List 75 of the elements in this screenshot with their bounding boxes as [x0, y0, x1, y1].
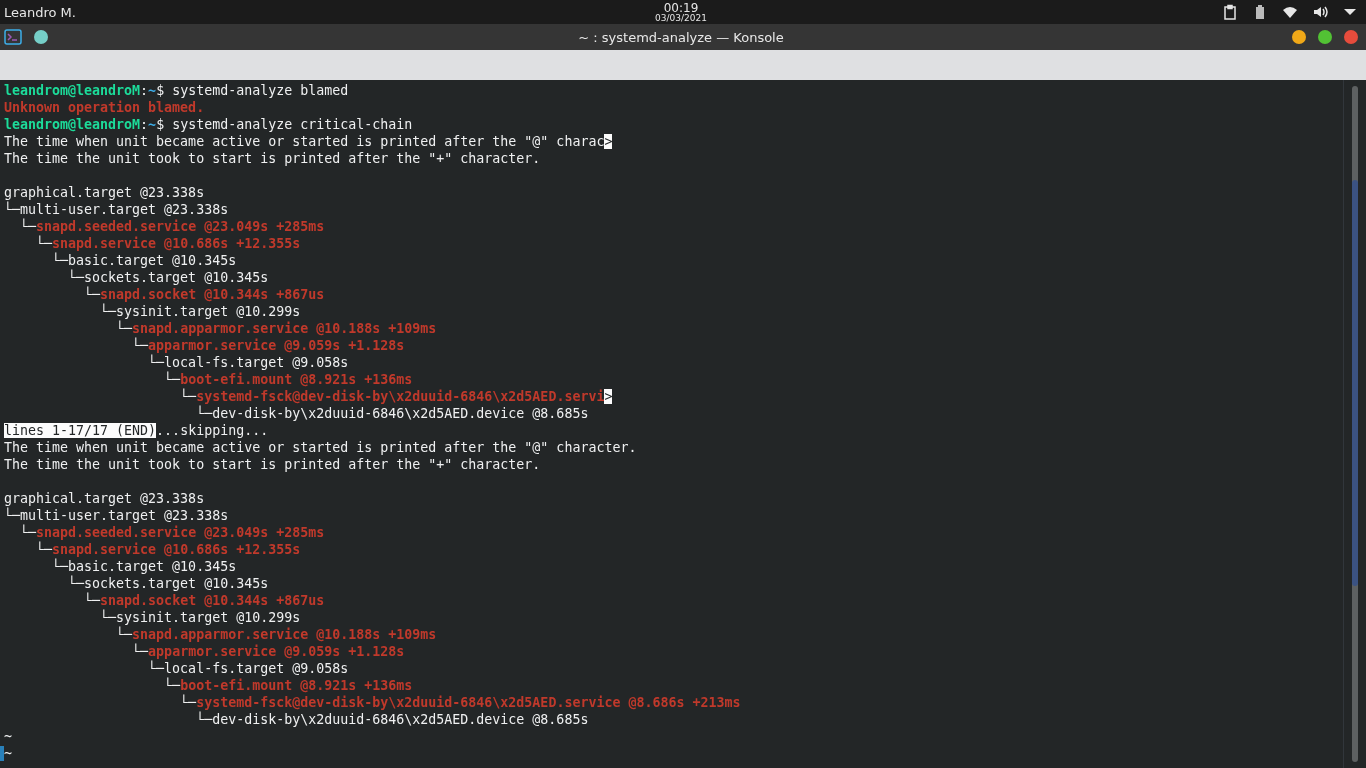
output-text: The time when unit became active or started is printed after the "@" character. [4, 440, 637, 455]
volume-icon[interactable] [1312, 4, 1328, 20]
output-text: └─ [131, 644, 149, 659]
output-text: └─multi-user.target @23.338s [4, 202, 229, 217]
error-text: snapd.service @10.686s +12.355s [52, 236, 301, 251]
output-text: └─ [115, 627, 133, 642]
output-text: └─ [115, 321, 133, 336]
output-text: └─ [19, 525, 37, 540]
scrollbar-handle[interactable] [1352, 180, 1358, 586]
output-text: └─ [179, 695, 197, 710]
output-text: $ systemd-analyze blamed [156, 83, 349, 98]
output-text: └─ [179, 389, 197, 404]
error-text: Unknown operation blamed. [4, 100, 205, 115]
highlighted-text: lines 1-17/17 (END) [4, 423, 157, 438]
output-text: └─ [163, 372, 181, 387]
output-text: graphical.target @23.338s [4, 185, 205, 200]
output-text: └─ [35, 542, 53, 557]
output-text: : [140, 83, 149, 98]
minimize-button[interactable] [1292, 30, 1306, 44]
prompt-path: ~ [148, 83, 157, 98]
error-text: snapd.seeded.service @23.049s +285ms [36, 219, 325, 234]
error-text: snapd.apparmor.service @10.188s +109ms [132, 321, 437, 336]
error-text: snapd.seeded.service @23.049s +285ms [36, 525, 325, 540]
output-text: └─sockets.target @10.345s [67, 576, 269, 591]
close-button[interactable] [1344, 30, 1358, 44]
output-text: └─local-fs.target @9.058s [147, 355, 349, 370]
wifi-icon[interactable] [1282, 4, 1298, 20]
output-text: └─dev-disk-by\x2duuid-6846\x2d5AED.device @8.685s [195, 712, 589, 727]
error-text: snapd.socket @10.344s +867us [100, 593, 325, 608]
output-text: The time the unit took to start is printed after the "+" character. [4, 457, 541, 472]
output-text: The time when unit became active or started is printed after the "@" charac [4, 134, 605, 149]
error-text: boot-efi.mount @8.921s +136ms [180, 678, 413, 693]
output-text: graphical.target @23.338s [4, 491, 205, 506]
terminal-app-icon[interactable] [4, 29, 22, 45]
error-text: apparmor.service @9.059s +1.128s [148, 338, 405, 353]
output-text: $ systemd-analyze critical-chain [156, 117, 413, 132]
output-text: └─ [131, 338, 149, 353]
clock-date: 03/03/2021 [655, 13, 707, 23]
prompt-user: leandrom@leandroM [4, 117, 141, 132]
output-text: └─ [83, 287, 101, 302]
output-text: ...skipping... [156, 423, 269, 438]
output-text: └─ [83, 593, 101, 608]
highlighted-text: > [604, 134, 613, 149]
clipboard-icon[interactable] [1222, 4, 1238, 20]
output-text: └─ [19, 219, 37, 234]
scrollbar-track[interactable] [1352, 86, 1358, 762]
highlighted-text: > [604, 389, 613, 404]
output-text: : [140, 117, 149, 132]
output-text: ~ [4, 729, 12, 744]
user-name[interactable]: Leandro M. [4, 4, 304, 20]
prompt-path: ~ [148, 117, 157, 132]
output-text: └─ [35, 236, 53, 251]
output-text: └─multi-user.target @23.338s [4, 508, 229, 523]
error-text: snapd.service @10.686s +12.355s [52, 542, 301, 557]
error-text: systemd-fsck@dev-disk-by\x2duuid-6846\x2d5AED.servi [196, 389, 605, 404]
window-title: ~ : systemd-analyze — Konsole [577, 29, 785, 45]
output-text: ~ [4, 746, 12, 761]
output-text: └─ [163, 678, 181, 693]
output-text: └─local-fs.target @9.058s [147, 661, 349, 676]
pin-icon[interactable] [34, 30, 48, 44]
error-text: systemd-fsck@dev-disk-by\x2duuid-6846\x2d5AED.service @8.686s +213ms [196, 695, 741, 710]
output-text: The time the unit took to start is printed after the "+" character. [4, 151, 541, 166]
output-text: └─sockets.target @10.345s [67, 270, 269, 285]
output-text: └─basic.target @10.345s [51, 253, 237, 268]
prompt-user: leandrom@leandroM [4, 83, 141, 98]
output-text: └─dev-disk-by\x2duuid-6846\x2d5AED.device @8.685s [195, 406, 589, 421]
output-text: └─sysinit.target @10.299s [99, 610, 301, 625]
error-text: apparmor.service @9.059s +1.128s [148, 644, 405, 659]
error-text: snapd.apparmor.service @10.188s +109ms [132, 627, 437, 642]
error-text: snapd.socket @10.344s +867us [100, 287, 325, 302]
output-text: └─basic.target @10.345s [51, 559, 237, 574]
clock-time[interactable]: 00:19 [663, 1, 699, 14]
maximize-button[interactable] [1318, 30, 1332, 44]
output-text: └─sysinit.target @10.299s [99, 304, 301, 319]
error-text: boot-efi.mount @8.921s +136ms [180, 372, 413, 387]
